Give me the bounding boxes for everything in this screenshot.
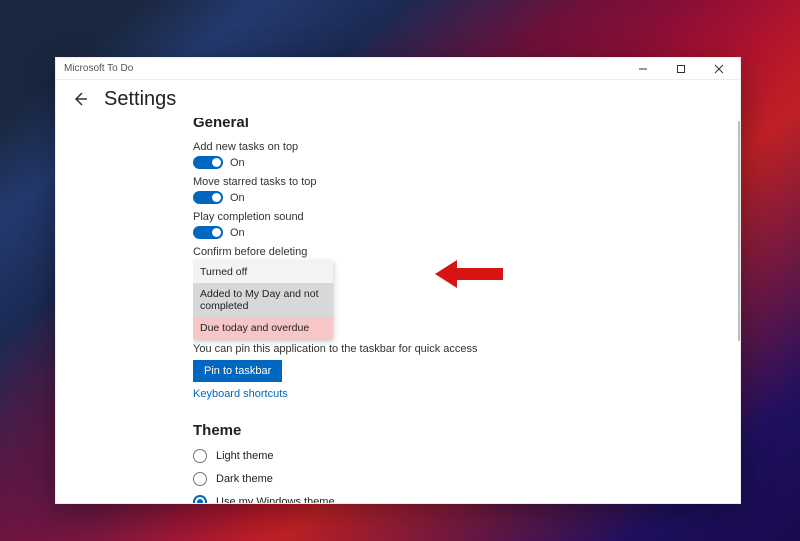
titlebar: Microsoft To Do <box>56 58 740 80</box>
setting-add-top-label: Add new tasks on top <box>193 141 593 153</box>
theme-option-windows[interactable]: Use my Windows theme <box>193 495 593 503</box>
section-theme-heading: Theme <box>193 422 593 439</box>
toggle-move-starred[interactable] <box>193 191 223 204</box>
toggle-play-sound-state: On <box>230 227 245 239</box>
maximize-button[interactable] <box>662 58 700 80</box>
settings-content: General Add new tasks on top On Move sta… <box>56 118 740 503</box>
window-title: Microsoft To Do <box>64 63 133 74</box>
radio-icon <box>193 449 207 463</box>
setting-play-sound-label: Play completion sound <box>193 211 593 223</box>
section-general-heading: General <box>193 118 593 131</box>
toggle-add-top-state: On <box>230 157 245 169</box>
theme-option-light[interactable]: Light theme <box>193 449 593 463</box>
minimize-button[interactable] <box>624 58 662 80</box>
toggle-move-starred-state: On <box>230 192 245 204</box>
dropdown-option-due[interactable]: Due today and overdue <box>193 317 333 339</box>
dropdown-option-off[interactable]: Turned off <box>193 261 333 283</box>
radio-icon <box>193 495 207 503</box>
toggle-add-top[interactable] <box>193 156 223 169</box>
dropdown-option-myday[interactable]: Added to My Day and not completed <box>193 283 333 317</box>
radio-icon <box>193 472 207 486</box>
page-title: Settings <box>104 88 176 111</box>
theme-option-dark[interactable]: Dark theme <box>193 472 593 486</box>
app-window: Microsoft To Do Settings General Add new… <box>55 57 741 504</box>
notification-dropdown[interactable]: Turned off Added to My Day and not compl… <box>193 261 333 339</box>
pin-to-taskbar-button[interactable]: Pin to taskbar <box>193 360 282 382</box>
close-button[interactable] <box>700 58 738 80</box>
back-button[interactable] <box>66 85 94 113</box>
page-header: Settings <box>56 80 740 118</box>
toggle-play-sound[interactable] <box>193 226 223 239</box>
keyboard-shortcuts-link[interactable]: Keyboard shortcuts <box>193 388 288 400</box>
scrollbar[interactable] <box>738 121 740 341</box>
setting-move-starred-label: Move starred tasks to top <box>193 176 593 188</box>
pin-helper-text: You can pin this application to the task… <box>193 343 593 355</box>
setting-confirm-delete-label: Confirm before deleting <box>193 246 593 258</box>
